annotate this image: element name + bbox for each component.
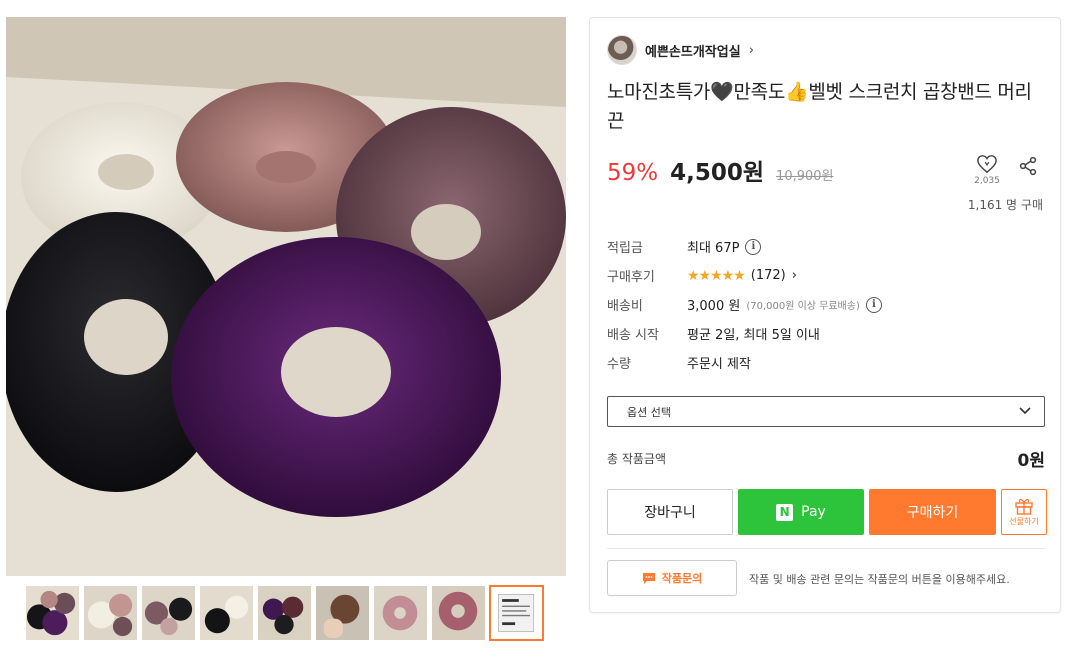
ship-start-value: 평균 2일, 최대 5일 이내 [687,328,820,343]
product-title: 노마진초특가🖤만족도👍벨벳 스크런치 곱창밴드 머리끈 [607,78,1047,136]
thumbnail-strip [25,585,544,641]
info-row-quantity: 수량 주문시 제작 [607,348,1047,377]
action-buttons: 장바구니 N Pay 구매하기 선물하기 [607,489,1047,535]
cart-button[interactable]: 장바구니 [607,489,733,535]
product-info-table: 적립금 최대 67P i 구매후기 ★★★★★ (172) › 배송비 3,000 원… [607,232,1047,377]
seller-avatar [607,35,637,65]
gift-button[interactable]: 선물하기 [1001,489,1047,535]
total-price-row: 총 작품금액 0원 [607,446,1045,471]
total-value: 0원 [1017,451,1045,471]
seller-link[interactable]: 예쁜손뜨개작업실 › [607,35,754,65]
chat-bubble-icon [642,572,655,584]
thumbnail[interactable] [257,585,312,641]
ship-start-label: 배송 시작 [607,328,659,343]
inquiry-button[interactable]: 작품문의 [607,560,737,596]
shipping-fee: 3,000 원 [687,299,741,314]
points-text: 최대 67P [687,241,740,256]
thumbnail[interactable] [141,585,196,641]
share-icon [1019,156,1037,176]
points-value: 최대 67P i [687,237,762,256]
star-rating: ★★★★★ [687,267,746,284]
heart-outline-icon [977,155,997,174]
chevron-down-icon [1019,407,1031,415]
shipping-label: 배송비 [607,299,643,314]
chevron-right-icon: › [748,42,754,58]
like-button[interactable]: 2,035 [972,154,1002,186]
info-row-ship-start: 배송 시작 평균 2일, 최대 5일 이내 [607,319,1047,348]
discount-rate: 59% [607,160,659,186]
price-row: 59% 4,500원 10,900원 [607,153,834,187]
original-price: 10,900원 [776,169,834,184]
thumbs-up-emoji-icon: 👍 [785,81,809,103]
like-count: 2,035 [974,176,1000,186]
inquiry-note: 작품 및 배송 관련 문의는 작품문의 버튼을 이용해주세요. [749,573,1010,586]
chevron-right-icon: › [791,268,797,283]
info-row-points: 적립금 최대 67P i [607,232,1047,261]
thumbnail[interactable] [83,585,138,641]
free-shipping-note: (70,000원 이상 무료배송) [746,301,860,312]
points-label: 적립금 [607,241,643,256]
npay-button[interactable]: N Pay [738,489,864,535]
main-product-image[interactable] [6,17,566,576]
divider [607,548,1045,549]
sale-price: 4,500원 [670,160,765,186]
thumbnail[interactable] [25,585,80,641]
seller-name: 예쁜손뜨개작업실 [645,44,741,60]
info-row-shipping: 배송비 3,000 원 (70,000원 이상 무료배송) i [607,290,1047,319]
review-label: 구매후기 [607,270,655,285]
buy-now-button[interactable]: 구매하기 [869,489,996,535]
share-button[interactable] [1018,156,1038,180]
info-circle-icon[interactable]: i [745,238,762,255]
title-text: 만족도 [733,81,785,103]
heart-emoji-icon: 🖤 [710,81,734,103]
thumbnail[interactable] [431,585,486,641]
thumbnail[interactable] [199,585,254,641]
total-label: 총 작품금액 [607,452,667,466]
naver-pay-icon: N [776,503,794,521]
info-row-review: 구매후기 ★★★★★ (172) › [607,261,1047,290]
npay-label: Pay [801,504,826,520]
title-text: 노마진초특가 [607,81,711,103]
product-info-panel: 예쁜손뜨개작업실 › 노마진초특가🖤만족도👍벨벳 스크런치 곱창밴드 머리끈 5… [589,17,1061,613]
thumbnail[interactable] [315,585,370,641]
thumbnail-active[interactable] [489,585,544,641]
option-select[interactable]: 옵션 선택 [607,396,1045,427]
quantity-value: 주문시 제작 [687,357,751,372]
inquiry-label: 작품문의 [661,572,703,585]
purchase-count: 1,161 명 구매 [967,198,1043,212]
quantity-label: 수량 [607,357,631,372]
info-circle-icon[interactable]: i [865,296,882,313]
shipping-value: 3,000 원 (70,000원 이상 무료배송) i [687,295,882,314]
review-count: (172) [750,268,786,283]
review-link[interactable]: ★★★★★ (172) › [687,268,797,284]
gift-label: 선물하기 [1009,517,1039,526]
gift-icon [1015,498,1033,515]
option-placeholder: 옵션 선택 [627,405,671,419]
thumbnail[interactable] [373,585,428,641]
